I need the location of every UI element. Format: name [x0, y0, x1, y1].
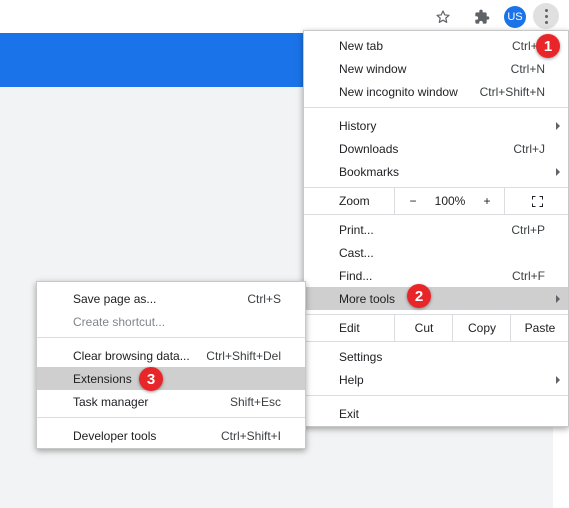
menu-item-history[interactable]: History — [304, 114, 568, 137]
menu-item-label: Settings — [339, 349, 383, 364]
menu-item-settings[interactable]: Settings — [304, 345, 568, 368]
menu-item-new-tab[interactable]: New tab Ctrl+T — [304, 34, 568, 57]
menu-item-label: History — [339, 118, 377, 133]
submenu-arrow-icon — [556, 167, 560, 176]
edit-label: Edit — [339, 321, 360, 335]
menu-item-label: Create shortcut... — [73, 314, 166, 329]
menu-divider — [37, 417, 305, 418]
shortcut-text: Ctrl+Shift+I — [220, 428, 281, 443]
edit-row: Edit Cut Copy Paste — [304, 315, 568, 341]
menu-item-new-window[interactable]: New window Ctrl+N — [304, 57, 568, 80]
star-icon[interactable] — [428, 0, 458, 33]
submenu-item-create-shortcut: Create shortcut... — [37, 310, 305, 333]
shortcut-text: Ctrl+S — [247, 291, 281, 306]
fullscreen-icon — [531, 195, 543, 207]
shortcut-text: Ctrl+F — [512, 268, 545, 283]
menu-item-label: Cast... — [339, 245, 374, 260]
submenu-arrow-icon — [556, 121, 560, 130]
menu-item-label: More tools — [339, 291, 396, 306]
menu-item-label: Help — [339, 372, 364, 387]
menu-item-cast[interactable]: Cast... — [304, 241, 568, 264]
fullscreen-button[interactable] — [504, 188, 569, 214]
zoom-row: Zoom − 100% + — [304, 188, 568, 214]
menu-item-bookmarks[interactable]: Bookmarks — [304, 160, 568, 183]
menu-item-label: Extensions — [73, 371, 132, 386]
shortcut-text: Shift+Esc — [229, 394, 281, 409]
profile-button[interactable]: US — [500, 0, 530, 33]
menu-divider — [304, 341, 568, 342]
menu-item-label: Bookmarks — [339, 164, 400, 179]
kebab-menu-button[interactable] — [533, 3, 559, 29]
menu-item-print[interactable]: Print... Ctrl+P — [304, 218, 568, 241]
submenu-arrow-icon — [556, 294, 560, 303]
submenu-item-save-page[interactable]: Save page as... Ctrl+S — [37, 287, 305, 310]
page-banner — [0, 33, 303, 87]
zoom-in-button[interactable]: + — [470, 188, 504, 214]
zoom-in-label: + — [483, 194, 491, 208]
more-tools-submenu: Save page as... Ctrl+S Create shortcut..… — [36, 281, 306, 449]
zoom-out-button[interactable]: − — [394, 188, 431, 214]
menu-divider — [304, 214, 568, 215]
menu-item-label: Exit — [339, 406, 360, 421]
chrome-main-menu: New tab Ctrl+T New window Ctrl+N New inc… — [303, 30, 569, 427]
menu-item-downloads[interactable]: Downloads Ctrl+J — [304, 137, 568, 160]
submenu-item-extensions[interactable]: Extensions — [37, 367, 305, 390]
copy-button[interactable]: Copy — [452, 315, 511, 341]
puzzle-icon[interactable] — [467, 0, 497, 33]
menu-item-help[interactable]: Help — [304, 368, 568, 391]
submenu-item-developer-tools[interactable]: Developer tools Ctrl+Shift+I — [37, 424, 305, 447]
avatar: US — [504, 5, 526, 28]
menu-item-new-incognito[interactable]: New incognito window Ctrl+Shift+N — [304, 80, 568, 103]
paste-button[interactable]: Paste — [510, 315, 569, 341]
step-badge-2: 2 — [407, 284, 431, 308]
shortcut-text: Ctrl+N — [510, 61, 545, 76]
cut-label: Cut — [414, 321, 434, 335]
menu-divider — [304, 107, 568, 108]
menu-item-exit[interactable]: Exit — [304, 402, 568, 425]
menu-divider — [37, 337, 305, 338]
menu-divider — [304, 395, 568, 396]
zoom-value: 100% — [434, 194, 466, 208]
zoom-level: 100% — [430, 188, 470, 214]
menu-item-more-tools[interactable]: More tools — [304, 287, 568, 310]
shortcut-text: Ctrl+P — [511, 222, 545, 237]
submenu-arrow-icon — [556, 375, 560, 384]
copy-label: Copy — [467, 321, 496, 335]
submenu-item-task-manager[interactable]: Task manager Shift+Esc — [37, 390, 305, 413]
browser-toolbar: US — [0, 0, 569, 33]
zoom-label: Zoom — [339, 194, 370, 208]
step-badge-1: 1 — [536, 34, 560, 58]
paste-label: Paste — [524, 321, 556, 335]
shortcut-text: Ctrl+J — [513, 141, 545, 156]
cut-button[interactable]: Cut — [394, 315, 453, 341]
menu-item-find[interactable]: Find... Ctrl+F — [304, 264, 568, 287]
kebab-icon — [544, 8, 548, 24]
shortcut-text: Ctrl+Shift+N — [479, 84, 545, 99]
submenu-item-clear-browsing[interactable]: Clear browsing data... Ctrl+Shift+Del — [37, 344, 305, 367]
zoom-out-label: − — [409, 194, 417, 208]
shortcut-text: Ctrl+Shift+Del — [206, 348, 281, 363]
step-badge-3: 3 — [139, 367, 163, 391]
